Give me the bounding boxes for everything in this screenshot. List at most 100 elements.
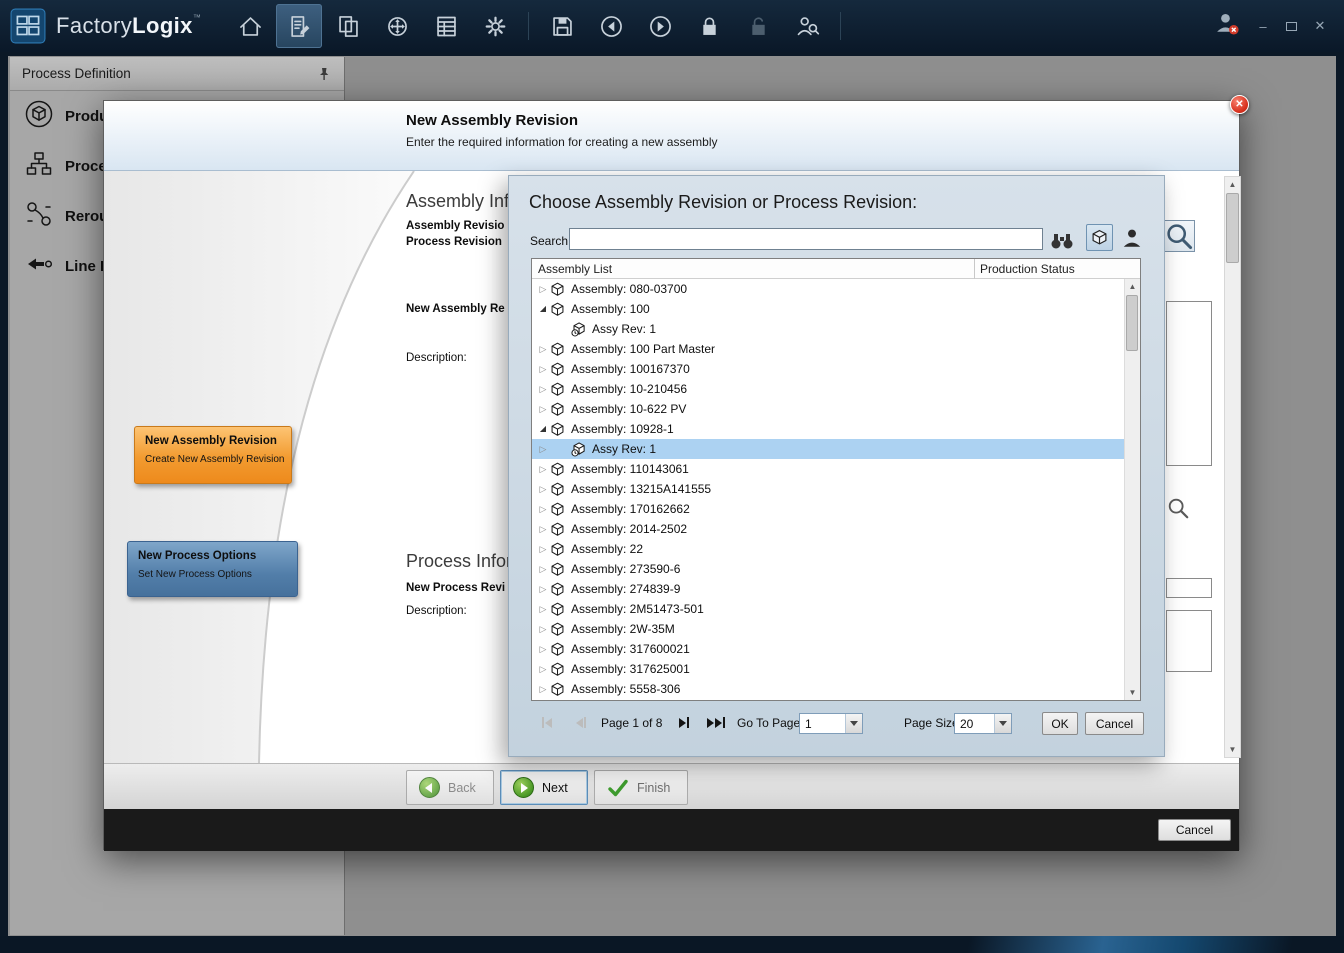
next-page-button[interactable] xyxy=(673,713,695,732)
settings-icon[interactable] xyxy=(472,4,518,48)
expand-icon[interactable]: ▷ xyxy=(536,659,550,679)
collapse-icon[interactable]: ◢ xyxy=(536,419,550,439)
filter-by-person-icon[interactable] xyxy=(1121,227,1143,249)
expand-icon[interactable]: ▷ xyxy=(536,279,550,299)
user-search-icon[interactable] xyxy=(784,4,830,48)
wizard-cancel-button[interactable]: Cancel xyxy=(1158,819,1231,841)
expand-icon[interactable]: ▷ xyxy=(536,479,550,499)
expand-icon[interactable]: ▷ xyxy=(536,519,550,539)
tree-row-assembly[interactable]: ▷Assembly: 317625001 xyxy=(532,659,1124,679)
tree-row-assembly[interactable]: ▷Assembly: 100 Part Master xyxy=(532,339,1124,359)
tree-row-assembly[interactable]: ▷Assembly: 170162662 xyxy=(532,499,1124,519)
unlock-icon[interactable] xyxy=(735,4,781,48)
home-icon[interactable] xyxy=(227,4,273,48)
tree-row-assembly[interactable]: ▷Assembly: 317600021 xyxy=(532,639,1124,659)
wizard-scrollbar[interactable]: ▲ ▼ xyxy=(1224,176,1241,758)
tree-row-assembly[interactable]: ▷Assembly: 5558-306 xyxy=(532,679,1124,699)
search-input[interactable] xyxy=(569,228,1043,250)
tree-row-assembly-revision[interactable]: ▷Assy Rev: 1 xyxy=(532,439,1124,459)
expand-icon[interactable]: ▷ xyxy=(536,539,550,559)
page-size-select[interactable]: 20 xyxy=(954,713,1012,734)
first-page-button[interactable] xyxy=(536,713,558,732)
chevron-down-icon[interactable] xyxy=(845,714,862,733)
expand-icon[interactable]: ▷ xyxy=(536,499,550,519)
go-to-page-select[interactable]: 1 xyxy=(799,713,863,734)
column-production-status[interactable]: Production Status xyxy=(980,262,1075,276)
assembly-icon xyxy=(550,521,566,537)
expand-icon[interactable]: ▷ xyxy=(536,459,550,479)
tree-row-assembly[interactable]: ▷Assembly: 080-03700 xyxy=(532,279,1124,299)
page-size-value: 20 xyxy=(955,714,994,733)
list-scroll-up[interactable]: ▲ xyxy=(1125,279,1140,294)
list-scroll-thumb[interactable] xyxy=(1126,295,1138,351)
nav-back-icon[interactable] xyxy=(588,4,634,48)
tree-row-assembly[interactable]: ▷Assembly: 13215A141555 xyxy=(532,479,1124,499)
dialog-close-icon[interactable]: ✕ xyxy=(1230,95,1249,114)
tree-row-assembly[interactable]: ◢Assembly: 100 xyxy=(532,299,1124,319)
expand-icon[interactable]: ▷ xyxy=(536,379,550,399)
reports-icon[interactable] xyxy=(423,4,469,48)
expand-icon[interactable]: ▷ xyxy=(536,599,550,619)
tree-row-assembly[interactable]: ▷Assembly: 273590-6 xyxy=(532,559,1124,579)
tree-row-assembly[interactable]: ▷Assembly: 100167370 xyxy=(532,359,1124,379)
ok-button[interactable]: OK xyxy=(1042,712,1078,735)
tree-row-assembly[interactable]: ▷Assembly: 10-210456 xyxy=(532,379,1124,399)
assembly-icon xyxy=(550,641,566,657)
filter-by-assembly-button[interactable] xyxy=(1086,224,1113,251)
expand-icon[interactable]: ▷ xyxy=(536,559,550,579)
tree-row-assembly-revision[interactable]: Assy Rev: 1 xyxy=(532,319,1124,339)
finish-button-label: Finish xyxy=(637,781,670,795)
expand-icon[interactable]: ▷ xyxy=(536,399,550,419)
tree-row-assembly[interactable]: ▷Assembly: 22 xyxy=(532,539,1124,559)
list-scroll-down[interactable]: ▼ xyxy=(1125,685,1140,700)
tree-row-assembly[interactable]: ▷Assembly: 2M51473-501 xyxy=(532,599,1124,619)
previous-page-button[interactable] xyxy=(570,713,592,732)
close-window-button[interactable]: ✕ xyxy=(1312,18,1328,34)
chevron-down-icon[interactable] xyxy=(994,714,1011,733)
process-definition-icon[interactable] xyxy=(276,4,322,48)
lock-icon[interactable] xyxy=(686,4,732,48)
description-textarea[interactable] xyxy=(1166,610,1212,672)
next-button[interactable]: Next xyxy=(500,770,588,805)
expand-icon[interactable]: ▷ xyxy=(536,439,550,459)
pin-icon[interactable] xyxy=(316,66,332,82)
back-button[interactable]: Back xyxy=(406,770,494,805)
step-new-assembly-revision[interactable]: New Assembly Revision Create New Assembl… xyxy=(134,426,292,484)
expand-icon[interactable]: ▷ xyxy=(536,639,550,659)
popup-cancel-button[interactable]: Cancel xyxy=(1085,712,1144,735)
tree-row-assembly[interactable]: ▷Assembly: 110143061 xyxy=(532,459,1124,479)
scroll-down-arrow[interactable]: ▼ xyxy=(1225,742,1240,757)
browse-assembly-button[interactable] xyxy=(1163,220,1195,252)
expand-icon[interactable]: ▷ xyxy=(536,619,550,639)
tree-row-assembly[interactable]: ▷Assembly: 10-622 PV xyxy=(532,399,1124,419)
production-icon[interactable] xyxy=(325,4,371,48)
finish-check-icon xyxy=(607,777,629,799)
assembly-list-header: Assembly List Production Status xyxy=(532,259,1140,279)
restore-button[interactable] xyxy=(1286,22,1297,31)
deploy-icon[interactable] xyxy=(374,4,420,48)
scroll-thumb[interactable] xyxy=(1226,193,1239,263)
tree-row-assembly[interactable]: ▷ Assembly: 2014-2502 xyxy=(532,519,1124,539)
tree-row-assembly[interactable]: ▷Assembly: 2W-35M xyxy=(532,619,1124,639)
minimize-button[interactable]: – xyxy=(1255,19,1271,34)
tree-row-assembly[interactable]: ◢Assembly: 10928-1 xyxy=(532,419,1124,439)
user-logout-icon[interactable] xyxy=(1213,10,1240,42)
expand-icon[interactable]: ▷ xyxy=(536,359,550,379)
expand-icon[interactable]: ▷ xyxy=(536,679,550,699)
tree-node-label: Assembly: 2014-2502 xyxy=(571,522,687,536)
last-page-button[interactable] xyxy=(705,713,727,732)
binoculars-icon[interactable] xyxy=(1050,232,1074,250)
expand-icon[interactable]: ▷ xyxy=(536,339,550,359)
expand-icon[interactable]: ▷ xyxy=(536,579,550,599)
column-assembly-list[interactable]: Assembly List xyxy=(538,262,612,276)
save-icon[interactable] xyxy=(539,4,585,48)
list-scrollbar[interactable]: ▲ ▼ xyxy=(1124,279,1140,700)
assembly-icon xyxy=(550,381,566,397)
new-revision-field[interactable] xyxy=(1166,578,1212,598)
scroll-up-arrow[interactable]: ▲ xyxy=(1225,177,1240,192)
tree-row-assembly[interactable]: ▷Assembly: 274839-9 xyxy=(532,579,1124,599)
collapse-icon[interactable]: ◢ xyxy=(536,299,550,319)
nav-forward-icon[interactable] xyxy=(637,4,683,48)
finish-button[interactable]: Finish xyxy=(594,770,688,805)
step-new-process-options[interactable]: New Process Options Set New Process Opti… xyxy=(127,541,298,597)
